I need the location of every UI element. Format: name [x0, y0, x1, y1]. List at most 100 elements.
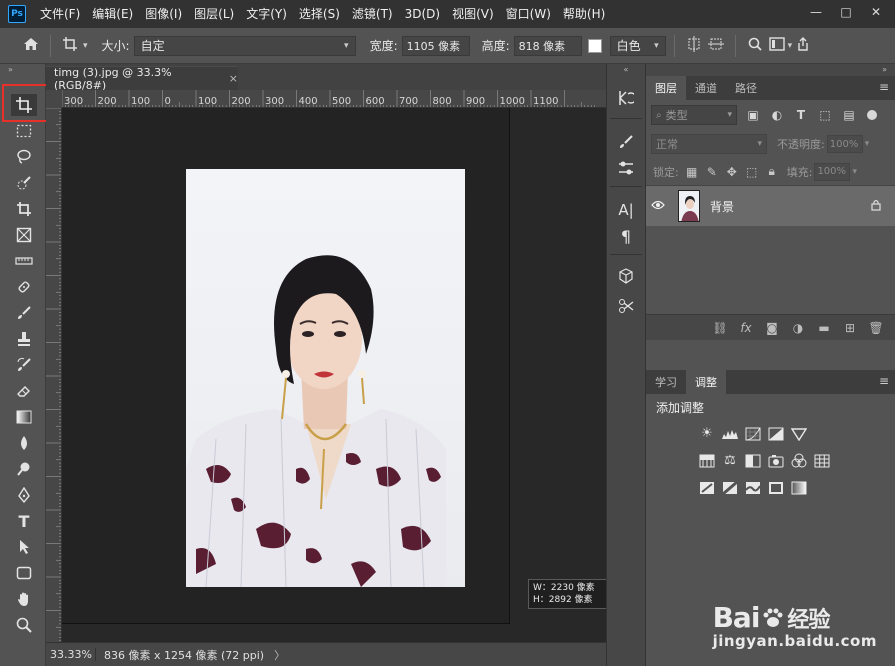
gradient-tool-icon[interactable] [11, 406, 37, 428]
type-tool-icon[interactable]: T [11, 510, 37, 532]
opacity-field[interactable]: 100% [826, 135, 863, 153]
dodge-tool-icon[interactable] [11, 458, 37, 480]
menu-filter[interactable]: 滤镜(T) [346, 0, 399, 28]
home-icon[interactable] [20, 37, 42, 55]
filter-adjustment-icon[interactable]: ◐ [769, 108, 785, 122]
zoom-level[interactable]: 33.33% [46, 648, 96, 661]
lasso-tool-icon[interactable] [11, 146, 37, 168]
gradient-map-icon[interactable] [788, 479, 810, 497]
selective-color-icon[interactable] [765, 479, 787, 497]
workspace-icon[interactable] [766, 36, 788, 55]
color-balance-icon[interactable]: ⚖ [719, 452, 741, 470]
add-mask-icon[interactable]: ◙ [759, 321, 785, 335]
filter-type-icon[interactable]: T [793, 108, 809, 122]
close-document-icon[interactable]: × [229, 72, 238, 85]
panel-menu-icon[interactable]: ≡ [879, 374, 889, 388]
status-menu-arrow-icon[interactable]: 〉 [274, 647, 285, 663]
brightness-contrast-icon[interactable]: ☀ [696, 425, 718, 443]
menu-layer[interactable]: 图层(L) [188, 0, 240, 28]
layer-row[interactable]: 背景 [646, 186, 895, 226]
visibility-eye-icon[interactable] [646, 199, 670, 213]
healing-brush-tool-icon[interactable] [11, 276, 37, 298]
vibrance-icon[interactable] [788, 425, 810, 443]
tab-learn[interactable]: 学习 [646, 370, 686, 394]
filter-shape-icon[interactable]: ⬚ [817, 108, 833, 122]
quick-selection-tool-icon[interactable] [11, 172, 37, 194]
filter-pixel-icon[interactable]: ▣ [745, 108, 761, 122]
close-window-button[interactable]: ✕ [863, 2, 889, 22]
search-icon[interactable] [744, 37, 766, 55]
delete-layer-icon[interactable]: 🗑︎ [863, 321, 889, 335]
menu-image[interactable]: 图像(I) [139, 0, 188, 28]
pen-tool-icon[interactable] [11, 484, 37, 506]
minimize-button[interactable]: — [803, 2, 829, 22]
tab-paths[interactable]: 路径 [726, 76, 766, 100]
invert-icon[interactable] [696, 479, 718, 497]
panel-menu-icon[interactable]: ≡ [879, 80, 889, 94]
menu-file[interactable]: 文件(F) [34, 0, 86, 28]
posterize-icon[interactable] [719, 479, 741, 497]
lock-transparent-icon[interactable]: ▦ [685, 165, 699, 179]
transform-frame-icon[interactable] [705, 36, 727, 56]
marquee-tool-icon[interactable] [11, 120, 37, 142]
document-tab[interactable]: timg (3).jpg @ 33.3%(RGB/8#) × [46, 66, 238, 92]
menu-window[interactable]: 窗口(W) [500, 0, 557, 28]
tab-adjustments[interactable]: 调整 [686, 370, 726, 394]
chevron-down-icon[interactable]: ▾ [865, 139, 870, 149]
layer-filter-select[interactable]: ⌕ 类型 ▾ [651, 105, 737, 125]
threshold-icon[interactable] [742, 479, 764, 497]
layer-style-icon[interactable]: fx [733, 321, 759, 335]
blend-mode-select[interactable]: 正常 ▾ [651, 134, 767, 154]
hand-tool-icon[interactable] [11, 588, 37, 610]
align-center-icon[interactable] [683, 35, 705, 56]
frame-tool-icon[interactable] [11, 224, 37, 246]
black-white-icon[interactable] [742, 452, 764, 470]
width-field[interactable]: 1105 像素 [401, 35, 470, 56]
curves-icon[interactable] [742, 425, 764, 443]
color-lookup-icon[interactable] [811, 452, 833, 470]
tab-channels[interactable]: 通道 [686, 76, 726, 100]
channel-mixer-icon[interactable] [788, 452, 810, 470]
height-field[interactable]: 818 像素 [513, 35, 582, 56]
brush-presets-icon[interactable] [613, 156, 639, 180]
fill-field[interactable]: 100% [814, 162, 851, 181]
collapse-toolbar-icon[interactable]: » [0, 64, 45, 76]
menu-select[interactable]: 选择(S) [293, 0, 346, 28]
share-icon[interactable] [792, 36, 814, 55]
paragraph-panel-icon[interactable]: ¶ [613, 224, 639, 248]
collapse-right-panels-icon[interactable]: » [646, 64, 895, 76]
levels-icon[interactable] [719, 425, 741, 443]
3d-panel-icon[interactable] [613, 264, 639, 288]
document-photo[interactable] [186, 169, 465, 587]
lock-image-icon[interactable]: ✎ [705, 165, 719, 179]
eraser-tool-icon[interactable] [11, 380, 37, 402]
menu-3d[interactable]: 3D(D) [399, 0, 446, 28]
new-layer-icon[interactable]: ⊞ [837, 321, 863, 335]
background-color-swatch[interactable] [587, 38, 602, 53]
zoom-tool-icon[interactable] [11, 614, 37, 636]
lock-position-icon[interactable]: ✥ [725, 165, 739, 179]
menu-edit[interactable]: 编辑(E) [86, 0, 139, 28]
menu-help[interactable]: 帮助(H) [557, 0, 611, 28]
crop-alt-tool-icon[interactable] [11, 198, 37, 220]
brush-tool-icon[interactable] [11, 302, 37, 324]
clone-stamp-tool-icon[interactable] [11, 328, 37, 350]
tab-layers[interactable]: 图层 [646, 76, 686, 100]
chevron-down-icon[interactable]: ▾ [83, 41, 88, 51]
exposure-icon[interactable] [765, 425, 787, 443]
path-selection-tool-icon[interactable] [11, 536, 37, 558]
blur-tool-icon[interactable] [11, 432, 37, 454]
tool-presets-icon[interactable] [613, 294, 639, 318]
new-adjustment-layer-icon[interactable]: ◑ [785, 321, 811, 335]
hue-saturation-icon[interactable] [696, 452, 718, 470]
collapse-panels-icon[interactable]: « [607, 64, 645, 76]
brush-settings-icon[interactable] [613, 130, 639, 154]
background-select[interactable]: 白色 ▾ [609, 35, 666, 56]
rectangle-tool-icon[interactable] [11, 562, 37, 584]
filter-smart-object-icon[interactable]: ▤ [841, 108, 857, 122]
canvas-size-tool-icon[interactable] [59, 36, 81, 56]
maximize-button[interactable]: □ [833, 2, 859, 22]
history-brush-tool-icon[interactable] [11, 354, 37, 376]
photo-filter-icon[interactable] [765, 452, 787, 470]
filter-toggle[interactable] [867, 110, 877, 120]
